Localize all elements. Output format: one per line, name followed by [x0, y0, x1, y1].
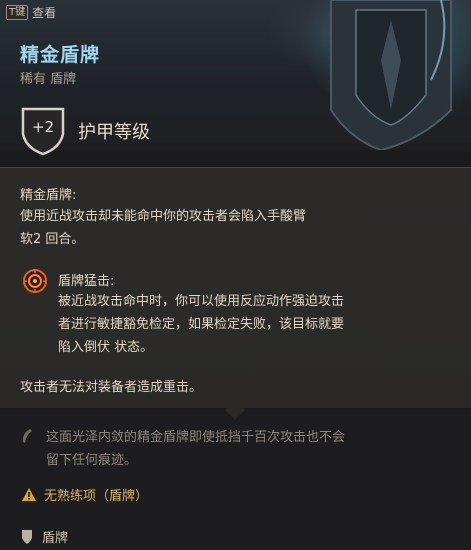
shield-artwork [330, 0, 452, 150]
shield-bash-icon [23, 269, 47, 293]
flavor-text-line: 留下任何痕迹。 [46, 453, 138, 468]
property-description: 使用近战攻击却未能命中你的攻击者会陷入手酸臂 软2 回合。 [20, 205, 450, 251]
feather-icon [22, 429, 32, 443]
item-type-label: 盾牌 [42, 531, 69, 546]
item-name: 精金盾牌 [20, 44, 101, 66]
armor-class-row: +2 护甲等级 [20, 106, 150, 156]
shield-icon [22, 529, 32, 544]
armor-class-icon: +2 [20, 106, 66, 156]
property-description-line: 使用近战攻击却未能命中你的攻击者会陷入手酸臂 [20, 209, 307, 224]
property-description-line: 软2 回合。 [20, 232, 85, 247]
ability-description-line: 者进行敏捷豁免检定，如果检定失败，该目标就要 [58, 317, 345, 332]
ability-description: 被近战攻击命中时，你可以使用反应动作强迫攻击 者进行敏捷豁免检定，如果检定失败，… [58, 290, 458, 359]
armor-class-value: +2 [31, 118, 55, 136]
extra-effect: 攻击者无法对装备者造成重击。 [20, 380, 203, 395]
proficiency-warning: 无熟练项（盾牌） [22, 485, 148, 504]
ability-name: 盾牌猛击: [58, 274, 115, 289]
warning-icon [22, 488, 36, 501]
inspect-hotkey[interactable]: T键 查看 [6, 4, 56, 21]
hotkey-key: T键 [6, 5, 29, 20]
property-title: 精金盾牌: [20, 188, 77, 203]
flavor-text-line: 这面光泽内敛的精金盾牌即使抵挡千百次攻击也不会 [46, 430, 346, 445]
warning-text: 无熟练项（盾牌） [44, 489, 149, 504]
flavor-text: 这面光泽内敛的精金盾牌即使抵挡千百次攻击也不会 留下任何痕迹。 [46, 426, 456, 472]
armor-class-label: 护甲等级 [78, 122, 150, 143]
ability-description-line: 陷入倒伏 状态。 [58, 340, 154, 355]
item-rarity-type: 稀有 盾牌 [20, 72, 77, 87]
item-type-row: 盾牌 [22, 527, 68, 546]
hotkey-label: 查看 [32, 6, 57, 20]
ability-description-line: 被近战攻击命中时，你可以使用反应动作强迫攻击 [58, 294, 345, 309]
